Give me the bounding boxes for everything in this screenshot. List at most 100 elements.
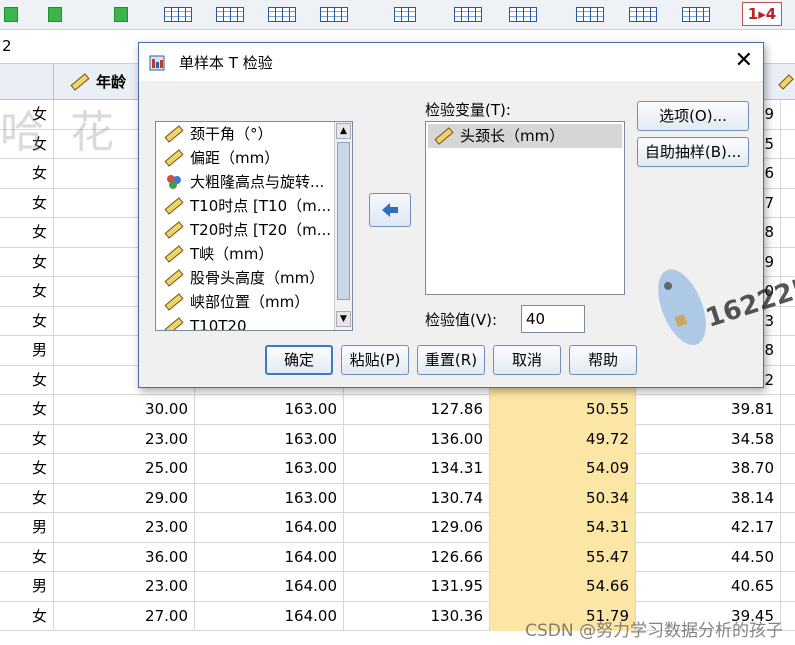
table-cell[interactable]: 50.55: [490, 395, 636, 425]
test-value-input[interactable]: 40: [521, 305, 585, 333]
variable-list-item[interactable]: 股骨头高度（mm）: [156, 266, 352, 290]
value-labels-icon[interactable]: [450, 3, 486, 25]
insert-variable-icon[interactable]: [212, 3, 248, 25]
table-cell[interactable]: 29.00: [54, 483, 195, 513]
test-variable-item[interactable]: 头颈长（mm）: [428, 124, 622, 148]
options-button[interactable]: 选项(O)...: [637, 101, 749, 131]
table-cell[interactable]: 164.00: [195, 601, 344, 631]
table-cell[interactable]: 女: [0, 188, 54, 218]
table-cell[interactable]: 女: [0, 424, 54, 454]
variable-list-item[interactable]: 峡部位置（mm）: [156, 290, 352, 314]
help-button[interactable]: 帮助: [569, 345, 637, 375]
table-cell[interactable]: 164.00: [195, 513, 344, 543]
scroll-thumb[interactable]: [337, 142, 350, 300]
table-cell[interactable]: 40.65: [636, 572, 781, 602]
variable-list-scrollbar[interactable]: ▲ ▼: [334, 122, 352, 330]
insert-cases-icon[interactable]: [160, 3, 196, 25]
table-cell[interactable]: 女: [0, 247, 54, 277]
variable-list-item[interactable]: 颈干角（°）: [156, 122, 352, 146]
cancel-button[interactable]: 取消: [493, 345, 561, 375]
table-cell[interactable]: 127.86: [344, 395, 490, 425]
ok-button[interactable]: 确定: [265, 345, 333, 375]
toolbar-green-icon[interactable]: [0, 3, 36, 25]
watermark-bottom: CSDN @努力学习数据分析的孩子: [525, 621, 783, 641]
table-cell[interactable]: 女: [0, 454, 54, 484]
weight-cases-icon[interactable]: [316, 3, 352, 25]
table-cell[interactable]: 55.47: [490, 542, 636, 572]
table-cell[interactable]: 27.00: [54, 601, 195, 631]
table-cell[interactable]: 39.81: [636, 395, 781, 425]
table-cell[interactable]: 38.70: [636, 454, 781, 484]
show-all-icon[interactable]: [572, 3, 608, 25]
variable-list-item[interactable]: 偏距（mm）: [156, 146, 352, 170]
custom-tables-icon[interactable]: 1▸4: [742, 2, 782, 26]
table-cell[interactable]: 126.66: [344, 542, 490, 572]
table-cell[interactable]: 女: [0, 542, 54, 572]
table-cell[interactable]: 女: [0, 306, 54, 336]
table-cell[interactable]: 130.74: [344, 483, 490, 513]
table-cell[interactable]: 54.66: [490, 572, 636, 602]
table-cell[interactable]: 163.00: [195, 395, 344, 425]
move-variable-button[interactable]: [369, 193, 411, 227]
table-cell[interactable]: 44.50: [636, 542, 781, 572]
variable-label: T10时点 [T10（m...: [190, 197, 332, 215]
table-cell[interactable]: 女: [0, 277, 54, 307]
table-cell[interactable]: 36.00: [54, 542, 195, 572]
table-cell[interactable]: 136.00: [344, 424, 490, 454]
variable-label: T峡（mm）: [190, 245, 274, 263]
table-cell[interactable]: 130.36: [344, 601, 490, 631]
ruler-icon: [434, 127, 454, 145]
variable-list-item[interactable]: T10T20: [156, 314, 352, 330]
table-cell[interactable]: 164.00: [195, 542, 344, 572]
table-cell[interactable]: 34.58: [636, 424, 781, 454]
table-cell[interactable]: 54.31: [490, 513, 636, 543]
table-cell[interactable]: 23.00: [54, 513, 195, 543]
table-cell[interactable]: 23.00: [54, 572, 195, 602]
variable-list-item[interactable]: T10时点 [T10（m...: [156, 194, 352, 218]
variable-list-item[interactable]: T20时点 [T20（m...: [156, 218, 352, 242]
table-cell[interactable]: 163.00: [195, 483, 344, 513]
table-cell[interactable]: 163.00: [195, 424, 344, 454]
spell-icon[interactable]: [625, 3, 661, 25]
select-cases-icon[interactable]: [390, 3, 426, 25]
table-row: 女 30.00 163.00 127.86 50.55 39.81: [0, 395, 795, 425]
table-cell[interactable]: 49.72: [490, 424, 636, 454]
table-cell[interactable]: 男: [0, 572, 54, 602]
table-cell[interactable]: 男: [0, 513, 54, 543]
test-variable-list[interactable]: 头颈长（mm）: [425, 121, 625, 295]
table-cell[interactable]: 50.34: [490, 483, 636, 513]
table-cell[interactable]: 女: [0, 365, 54, 395]
table-cell[interactable]: 38.14: [636, 483, 781, 513]
close-icon[interactable]: ✕: [735, 49, 753, 73]
table-cell[interactable]: 女: [0, 483, 54, 513]
table-cell[interactable]: 男: [0, 336, 54, 366]
reset-button[interactable]: 重置(R): [417, 345, 485, 375]
table-cell[interactable]: 女: [0, 395, 54, 425]
bootstrap-button[interactable]: 自助抽样(B)...: [637, 137, 749, 167]
use-sets-icon[interactable]: [505, 3, 541, 25]
scroll-down-icon[interactable]: ▼: [336, 311, 351, 327]
table-cell[interactable]: 134.31: [344, 454, 490, 484]
table-cell[interactable]: 30.00: [54, 395, 195, 425]
table-cell[interactable]: 54.09: [490, 454, 636, 484]
table-cell[interactable]: 131.95: [344, 572, 490, 602]
run-script-icon[interactable]: [678, 3, 714, 25]
table-cell[interactable]: 女: [0, 601, 54, 631]
variable-list-item[interactable]: 大粗隆高点与旋转...: [156, 170, 352, 194]
ruler-icon: [164, 149, 184, 167]
table-cell[interactable]: 25.00: [54, 454, 195, 484]
split-file-icon[interactable]: [264, 3, 300, 25]
table-cell[interactable]: 42.17: [636, 513, 781, 543]
table-cell[interactable]: 女: [0, 159, 54, 189]
table-cell[interactable]: 164.00: [195, 572, 344, 602]
table-cell[interactable]: 23.00: [54, 424, 195, 454]
toolbar-green3-icon[interactable]: [110, 3, 146, 25]
source-variable-list[interactable]: 颈干角（°） 偏距（mm） 大粗隆高点与旋转... T10时点 [T10（m... T2…: [155, 121, 353, 331]
table-cell[interactable]: 女: [0, 218, 54, 248]
variable-list-item[interactable]: T峡（mm）: [156, 242, 352, 266]
paste-button[interactable]: 粘贴(P): [341, 345, 409, 375]
scroll-up-icon[interactable]: ▲: [336, 123, 351, 139]
toolbar-green2-icon[interactable]: [44, 3, 80, 25]
table-cell[interactable]: 129.06: [344, 513, 490, 543]
table-cell[interactable]: 163.00: [195, 454, 344, 484]
